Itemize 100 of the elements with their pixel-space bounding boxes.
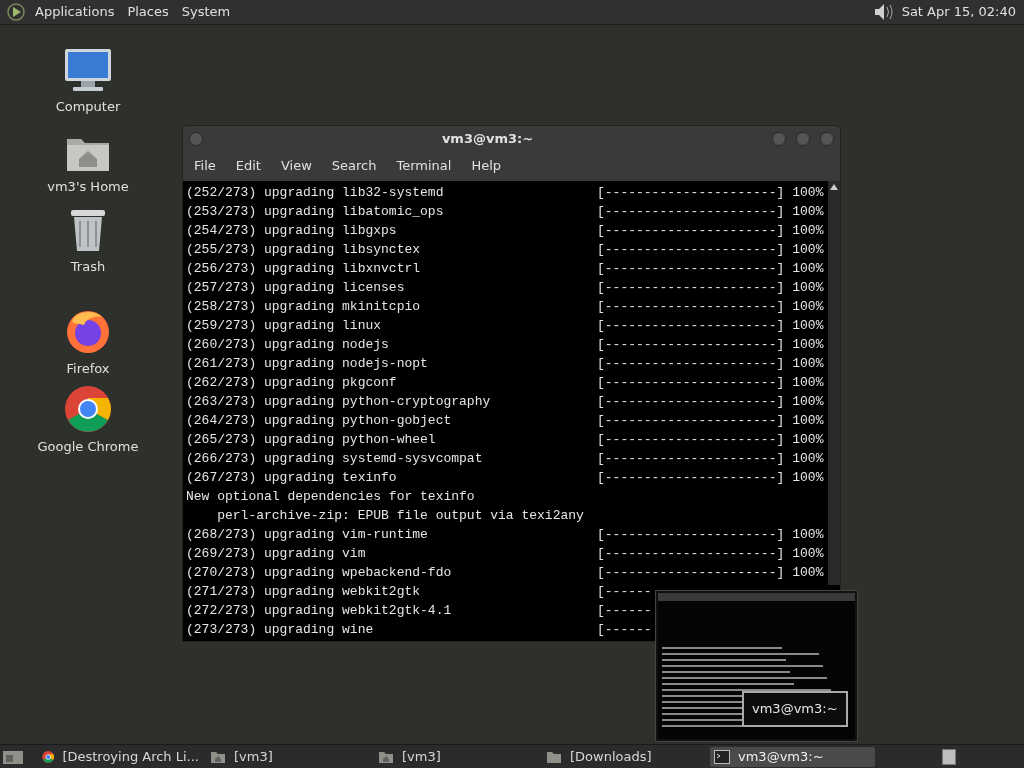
terminal-text: (260/273) upgrading nodejs xyxy=(186,335,390,354)
progress-bar-text: [----------------------] xyxy=(597,468,785,487)
terminal-text: (252/273) upgrading lib32-systemd xyxy=(186,183,445,202)
workspace-switcher[interactable] xyxy=(942,748,956,765)
panel-menu[interactable]: Places xyxy=(127,2,169,22)
percent-text: 100% xyxy=(792,183,824,202)
taskbar-button[interactable]: [vm3] xyxy=(374,746,539,767)
progress-bar-text: [----------------------] xyxy=(597,278,785,297)
terminal-text: (253/273) upgrading libatomic_ops xyxy=(186,202,445,221)
progress-bar-text: [------ xyxy=(597,601,652,620)
percent-text: 100% xyxy=(792,373,824,392)
progress-bar-text: [----------------------] xyxy=(597,335,785,354)
taskbar-button[interactable]: [vm3] xyxy=(206,746,371,767)
progress-bar-text: [----------------------] xyxy=(597,449,785,468)
progress-bar-text: [----------------------] xyxy=(597,411,785,430)
desktop-icon-label[interactable]: vm3's Home xyxy=(47,177,129,197)
terminal-text: (266/273) upgrading systemd-sysvcompat xyxy=(186,449,484,468)
terminal-text: (268/273) upgrading vim-runtime xyxy=(186,525,429,544)
progress-bar-text: [----------------------] xyxy=(597,544,785,563)
taskbar-button[interactable]: [Destroying Arch Li... xyxy=(38,746,203,767)
panel-menu[interactable]: System xyxy=(181,2,231,22)
terminal-text: (254/273) upgrading libgxps xyxy=(186,221,398,240)
menu-logo-icon[interactable] xyxy=(6,2,26,22)
percent-text: 100% xyxy=(792,278,824,297)
home-folder-icon xyxy=(210,749,226,764)
progress-bar-text: [----------------------] xyxy=(597,430,785,449)
folder-icon xyxy=(546,749,562,764)
computer-icon xyxy=(63,47,113,93)
progress-bar-text: [------ xyxy=(597,582,652,601)
progress-bar-text: [----------------------] xyxy=(597,221,785,240)
percent-text: 100% xyxy=(792,240,824,259)
percent-text: 100% xyxy=(792,335,824,354)
progress-bar-text: [----------------------] xyxy=(597,202,785,221)
panel-menu[interactable]: Applications xyxy=(35,2,115,22)
scroll-up-arrow-icon[interactable] xyxy=(830,184,838,190)
progress-bar-text: [----------------------] xyxy=(597,525,785,544)
taskbar-button[interactable]: vm3@vm3:~ xyxy=(710,746,875,767)
percent-text: 100% xyxy=(792,449,824,468)
terminal-text: (270/273) upgrading wpebackend-fdo xyxy=(186,563,453,582)
progress-bar-text: [----------------------] xyxy=(597,392,785,411)
percent-text: 100% xyxy=(792,297,824,316)
taskbar-button[interactable]: [Downloads] xyxy=(542,746,707,767)
window-title: vm3@vm3:~ xyxy=(440,129,535,148)
terminal-text: (271/273) upgrading webkit2gtk xyxy=(186,582,422,601)
progress-bar-text: [----------------------] xyxy=(597,297,785,316)
chrome-icon xyxy=(64,385,112,433)
terminal-text: (272/273) upgrading webkit2gtk-4.1 xyxy=(186,601,453,620)
percent-text: 100% xyxy=(792,544,824,563)
percent-text: 100% xyxy=(792,525,824,544)
menu-item[interactable]: Help xyxy=(463,156,510,176)
percent-text: 100% xyxy=(792,221,824,240)
menu-item[interactable]: File xyxy=(186,156,224,176)
progress-bar-text: [----------------------] xyxy=(597,240,785,259)
terminal-text: (273/273) upgrading wine xyxy=(186,620,375,639)
terminal-text: (262/273) upgrading pkgconf xyxy=(186,373,398,392)
terminal-text: (265/273) upgrading python-wheel xyxy=(186,430,437,449)
terminal-text: (267/273) upgrading texinfo xyxy=(186,468,398,487)
scrollbar[interactable] xyxy=(828,181,840,585)
percent-text: 100% xyxy=(792,411,824,430)
trash-icon xyxy=(68,207,108,253)
desktop-icon-label[interactable]: Firefox xyxy=(66,359,110,379)
terminal-text: (258/273) upgrading mkinitcpio xyxy=(186,297,422,316)
clock[interactable]: Sat Apr 15, 02:40 xyxy=(901,2,1016,22)
percent-text: 100% xyxy=(792,563,824,582)
progress-bar-text: [----------------------] xyxy=(597,183,785,202)
progress-bar-text: [----------------------] xyxy=(597,316,785,335)
percent-text: 100% xyxy=(792,392,824,411)
terminal-text: (255/273) upgrading libsynctex xyxy=(186,240,422,259)
desktop-icon-label[interactable]: Trash xyxy=(70,257,106,277)
percent-text: 100% xyxy=(792,430,824,449)
window-preview-tooltip[interactable]: vm3@vm3:~ xyxy=(655,590,858,742)
percent-text: 100% xyxy=(792,468,824,487)
terminal-text: (261/273) upgrading nodejs-nopt xyxy=(186,354,429,373)
terminal-text: (257/273) upgrading licenses xyxy=(186,278,406,297)
menu-item[interactable]: View xyxy=(272,156,320,176)
menu-item[interactable]: Search xyxy=(323,156,385,176)
terminal-icon xyxy=(714,749,730,764)
menu-item[interactable]: Terminal xyxy=(388,156,460,176)
percent-text: 100% xyxy=(792,354,824,373)
terminal-text: perl-archive-zip: EPUB file output via texi2any xyxy=(216,506,584,525)
preview-title: vm3@vm3:~ xyxy=(742,691,848,727)
terminal-text: (264/273) upgrading python-gobject xyxy=(186,411,453,430)
terminal-text: (263/273) upgrading python-cryptography xyxy=(186,392,492,411)
progress-bar-text: [------ xyxy=(597,620,652,639)
terminal-text: New optional dependencies for texinfo xyxy=(186,487,475,506)
terminal-text: (256/273) upgrading libxnvctrl xyxy=(186,259,422,278)
percent-text: 100% xyxy=(792,259,824,278)
percent-text: 100% xyxy=(792,202,824,221)
terminal-text: (269/273) upgrading vim xyxy=(186,544,367,563)
progress-bar-text: [----------------------] xyxy=(597,354,785,373)
progress-bar-text: [----------------------] xyxy=(597,373,785,392)
progress-bar-text: [----------------------] xyxy=(597,563,785,582)
home-folder-icon xyxy=(378,749,394,764)
progress-bar-text: [----------------------] xyxy=(597,259,785,278)
chrome-icon xyxy=(42,748,55,765)
desktop-icon-label[interactable]: Computer xyxy=(55,97,121,117)
percent-text: 100% xyxy=(792,316,824,335)
desktop-icon-label[interactable]: Google Chrome xyxy=(37,437,139,457)
menu-item[interactable]: Edit xyxy=(227,156,269,176)
terminal-text: (259/273) upgrading linux xyxy=(186,316,383,335)
